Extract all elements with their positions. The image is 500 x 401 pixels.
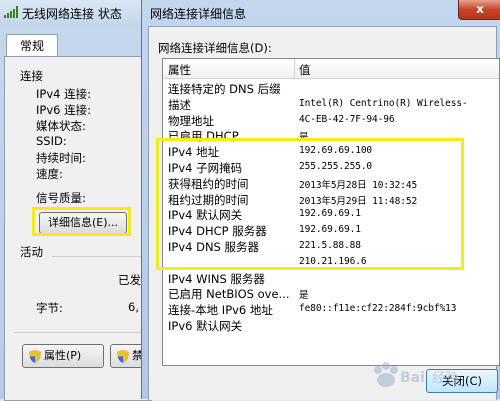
column-header-property[interactable]: 属性 <box>168 62 191 78</box>
activity-divider <box>52 256 148 257</box>
list-row[interactable]: 连接-本地 IPv6 地址 fe80::f11e:cf22:284f:9cbf%1… <box>163 301 499 317</box>
row-value: 4C-EB-42-7F-94-96 <box>299 113 395 125</box>
list-row[interactable]: 已启用 NetBIOS ove... 是 <box>163 285 499 301</box>
svg-text:经验: 经验 <box>432 370 458 386</box>
svg-text:Bai: Bai <box>400 370 425 386</box>
bottom-divider <box>14 332 148 333</box>
sent-label: 已发 <box>118 273 141 287</box>
row-value: 是 <box>299 290 309 302</box>
wireless-signal-icon <box>4 6 18 18</box>
uac-shield-icon <box>29 349 41 363</box>
ipv6-connectivity-label: IPv6 连接: <box>36 103 91 117</box>
close-icon[interactable]: x <box>458 0 500 20</box>
row-property: IPv4 WINS 服务器 <box>168 271 265 286</box>
properties-button[interactable]: 属性(P) <box>22 344 104 368</box>
list-row[interactable]: 物理地址 4C-EB-42-7F-94-96 <box>163 112 499 128</box>
activity-group-label: 活动 <box>20 245 43 259</box>
row-property: 连接特定的 DNS 后缀 <box>168 82 281 96</box>
uac-shield-icon <box>117 349 129 363</box>
row-value: fe80::f11e:cf22:284f:9cbf%13 <box>299 303 457 315</box>
tab-general[interactable]: 常规 <box>6 34 58 57</box>
ssid-label: SSID: <box>36 134 67 148</box>
media-state-label: 媒体状态: <box>36 119 86 133</box>
duration-label: 持续时间: <box>36 151 86 165</box>
list-row[interactable]: IPv4 WINS 服务器 <box>163 270 499 286</box>
status-window-title: 无线网络连接 状态 <box>22 7 122 21</box>
properties-button-label: 属性(P) <box>44 349 82 362</box>
list-row[interactable]: IPv6 默认网关 <box>163 317 499 333</box>
signal-quality-label: 信号质量: <box>36 191 86 205</box>
network-status-window: 无线网络连接 状态 常规 连接 IPv4 连接: IPv6 连接: 媒体状态: … <box>0 0 153 401</box>
row-property: 已启用 NetBIOS ove... <box>168 287 290 302</box>
details-list-label: 网络连接详细信息(D): <box>158 41 272 55</box>
connection-group-label: 连接 <box>20 69 43 83</box>
status-window-title-bar[interactable]: 无线网络连接 状态 <box>0 0 152 26</box>
row-property: IPv6 默认网关 <box>168 319 243 333</box>
row-property: 描述 <box>168 97 191 112</box>
dialog-title: 网络连接详细信息 <box>150 7 247 21</box>
baidu-watermark: Bai 经验 <box>374 362 458 387</box>
list-row[interactable]: 连接特定的 DNS 后缀 <box>163 80 499 96</box>
highlight-box <box>156 138 464 270</box>
column-header-value[interactable]: 值 <box>299 62 311 78</box>
list-row[interactable]: 描述 Intel(R) Centrino(R) Wireless- <box>163 96 499 112</box>
list-header: 属性 值 <box>163 59 499 79</box>
bytes-sent-value: 6, <box>128 300 139 314</box>
speed-label: 速度: <box>36 167 63 181</box>
ipv4-connectivity-label: IPv4 连接: <box>36 87 91 101</box>
column-divider[interactable] <box>294 59 295 78</box>
row-property: 连接-本地 IPv6 地址 <box>168 303 273 318</box>
details-button-highlight <box>32 207 131 236</box>
bytes-label: 字节: <box>36 301 63 315</box>
row-value: Intel(R) Centrino(R) Wireless- <box>299 97 468 109</box>
row-property: 物理地址 <box>168 113 214 128</box>
